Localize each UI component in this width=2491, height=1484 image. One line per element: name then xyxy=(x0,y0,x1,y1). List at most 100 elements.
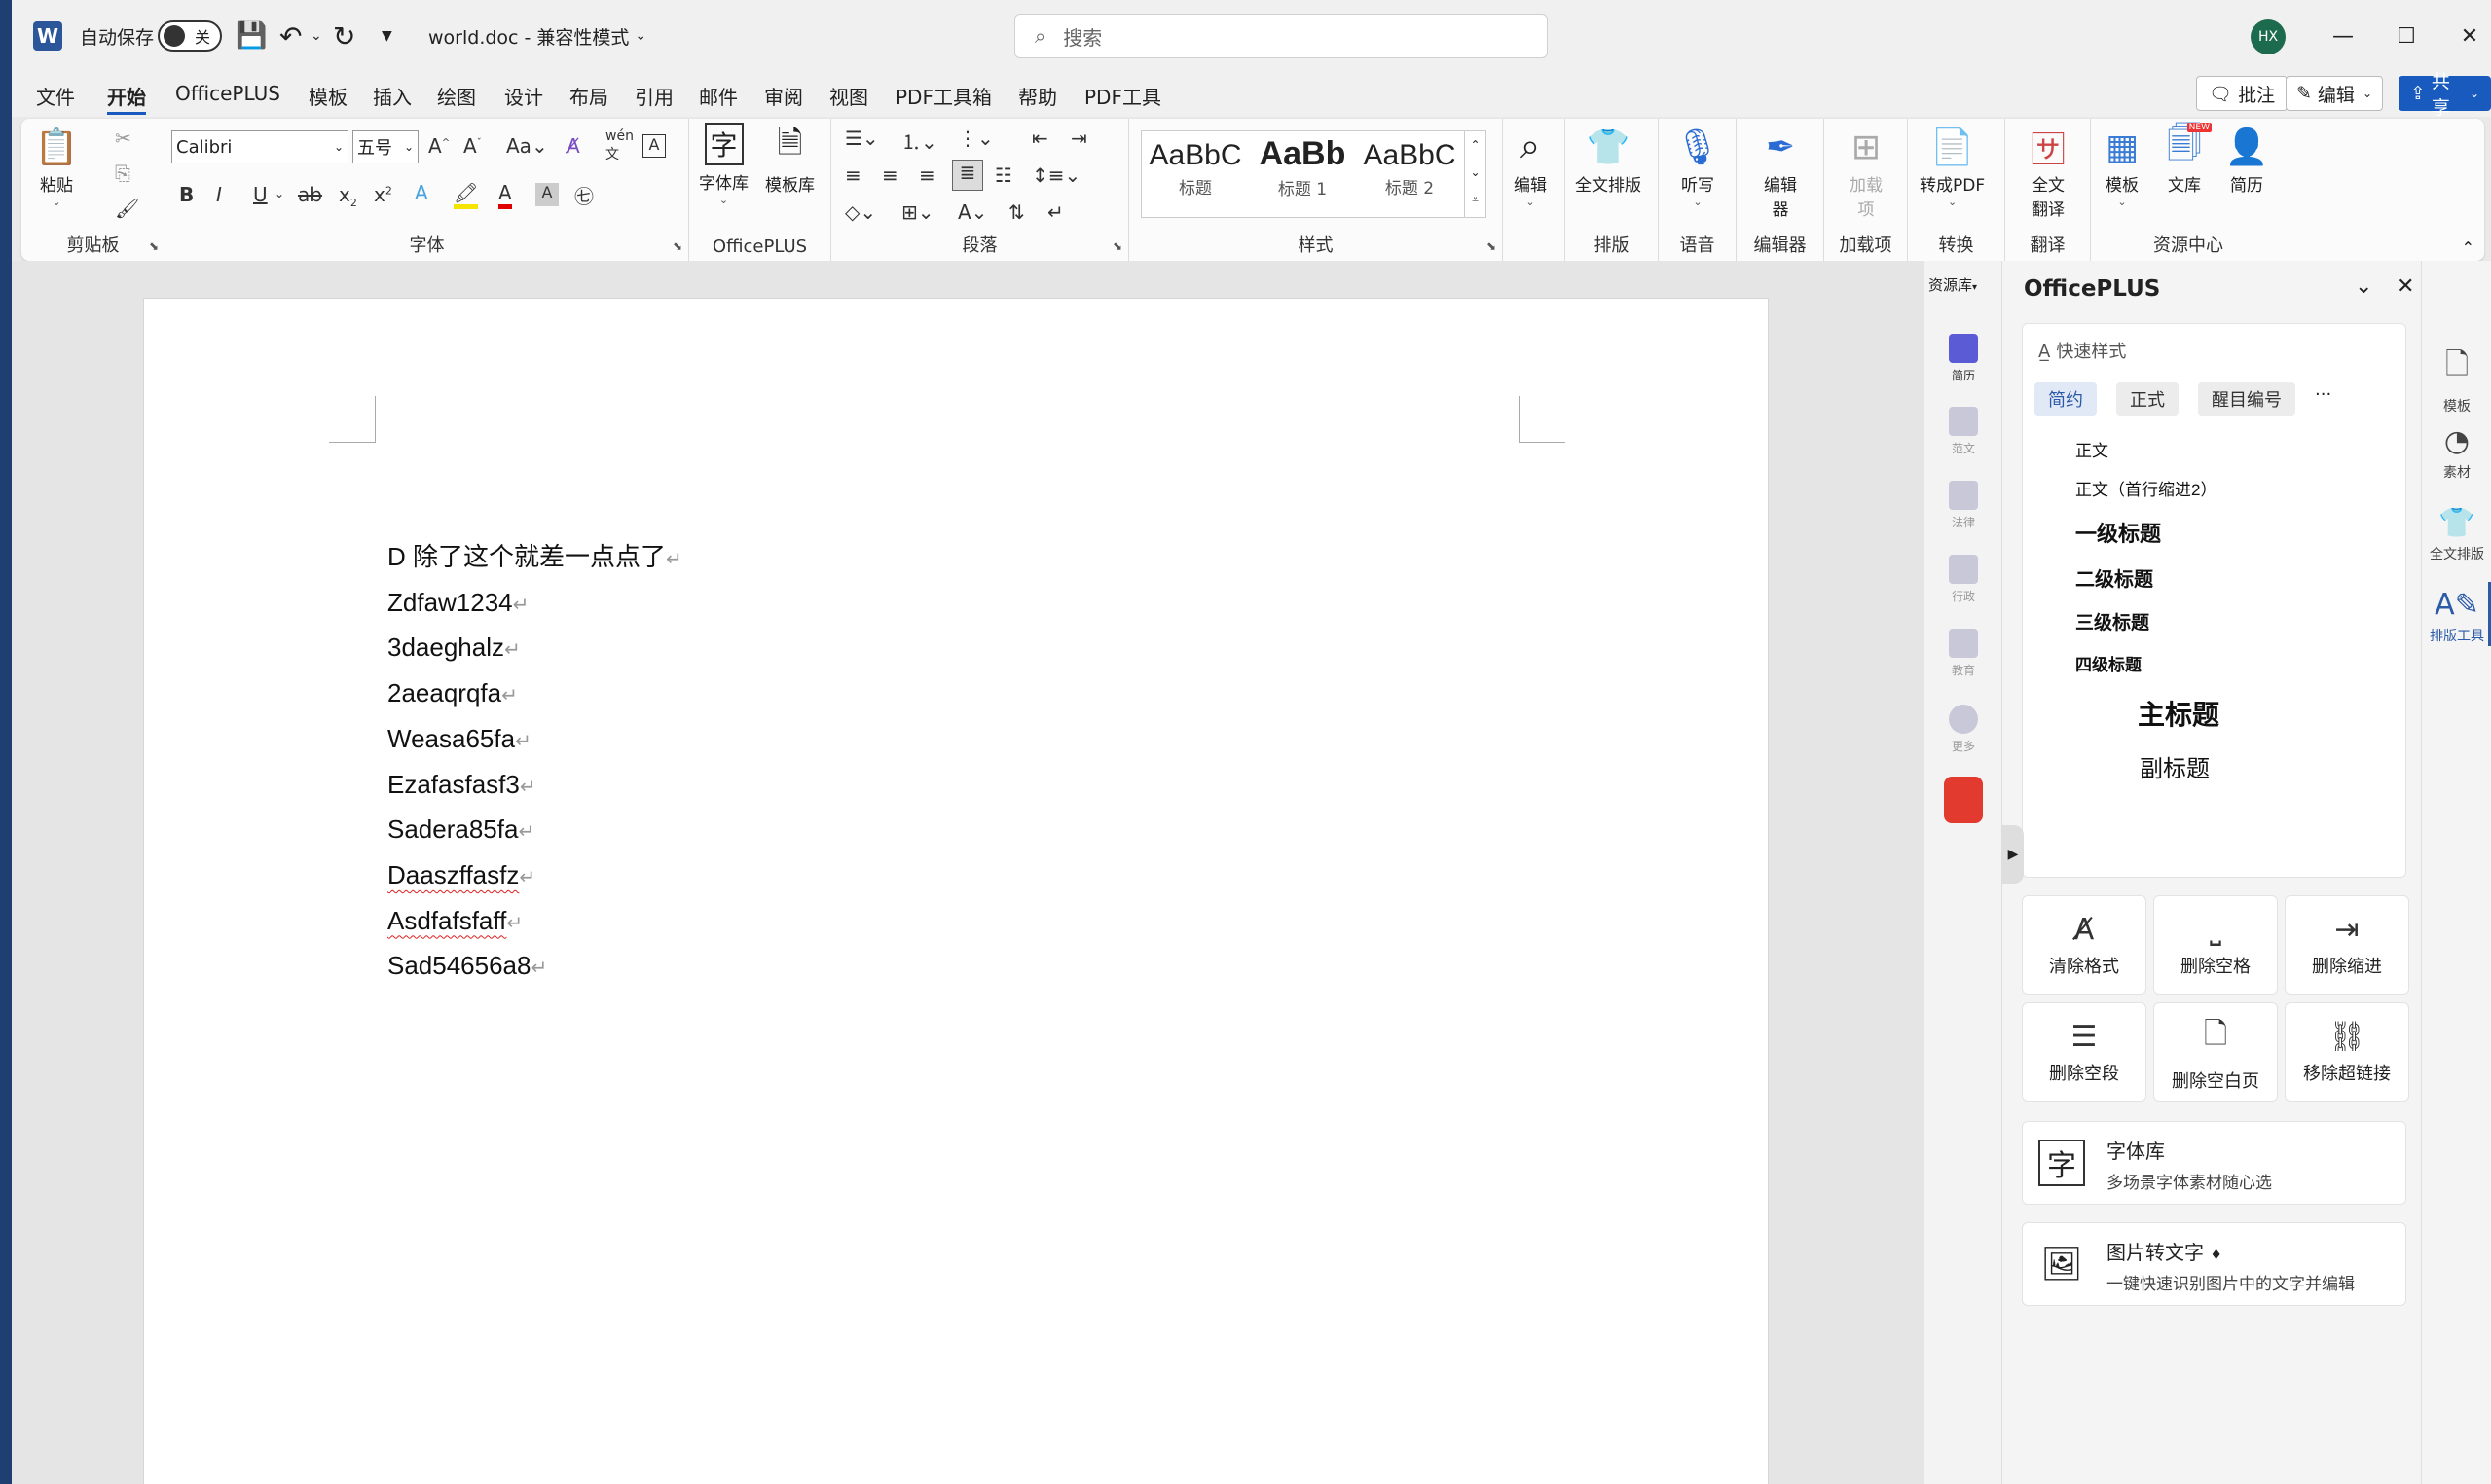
dialog-launcher-icon[interactable]: ⬊ xyxy=(1486,239,1496,253)
borders-icon[interactable]: ⊞⌄ xyxy=(901,200,934,224)
quick-style-tab-formal[interactable]: 正式 xyxy=(2116,382,2179,416)
distributed-icon[interactable]: ☷ xyxy=(995,163,1012,187)
resume-button[interactable]: 👤 简历 xyxy=(2225,123,2269,196)
template-library-button[interactable]: 🗎 模板库 xyxy=(765,123,815,196)
clear-format-button[interactable]: A̸ 清除格式 xyxy=(2022,895,2146,995)
editing-mode-button[interactable]: ✎ 编辑 ⌄ xyxy=(2286,76,2383,111)
tab-officeplus[interactable]: OfficePLUS xyxy=(175,82,280,105)
more-tabs-button[interactable]: ··· xyxy=(2315,384,2331,405)
align-left-icon[interactable]: ≡ xyxy=(845,163,861,187)
tab-draw[interactable]: 绘图 xyxy=(437,82,476,110)
paragraph-line[interactable]: Daaszffasfz↵ xyxy=(387,854,682,900)
expand-strip-icon[interactable]: ▶ xyxy=(2002,825,2024,884)
tab-design[interactable]: 设计 xyxy=(504,82,543,110)
text-effects-icon[interactable]: A xyxy=(415,181,428,204)
tab-layout[interactable]: 布局 xyxy=(569,82,608,110)
autosave-toggle[interactable]: 关 xyxy=(158,20,222,52)
paragraph-line[interactable]: D 除了这个就差一点点了↵ xyxy=(387,536,682,582)
resource-item-more[interactable]: 更多 xyxy=(1924,705,2002,754)
comments-button[interactable]: 🗨 批注 xyxy=(2196,76,2289,111)
align-center-icon[interactable]: ≡ xyxy=(882,163,898,187)
tab-template[interactable]: 模板 xyxy=(309,82,348,110)
align-right-icon[interactable]: ≡ xyxy=(919,163,935,187)
paste-button[interactable]: 📋 粘贴 ⌄ xyxy=(35,123,79,208)
resource-item-admin[interactable]: 行政 xyxy=(1924,555,2002,604)
undo-dropdown-icon[interactable]: ⌄ xyxy=(311,0,322,72)
customize-quick-access-icon[interactable]: ▼ xyxy=(382,0,392,72)
font-library-card[interactable]: 字 字体库 多场景字体素材随心选 xyxy=(2022,1121,2406,1205)
chevron-down-icon[interactable]: ⌄ xyxy=(275,187,284,200)
editing-button[interactable]: ⌕ 编辑 ⌄ xyxy=(1509,123,1552,208)
paragraph-line[interactable]: Ezafasfasf3↵ xyxy=(387,764,682,810)
style-title[interactable]: AaBbC 标题 xyxy=(1142,131,1249,217)
avatar[interactable]: HX xyxy=(2251,19,2286,54)
phonetic-guide-icon[interactable]: wén 文 xyxy=(605,128,634,163)
document-page[interactable]: D 除了这个就差一点点了↵ Zdfaw1234↵ 3daeghalz↵ 2aeaqrq… xyxy=(143,298,1769,1484)
rail-item-template[interactable]: 🗋 模板 xyxy=(2422,343,2491,416)
tab-mailings[interactable]: 邮件 xyxy=(699,82,738,110)
document-body[interactable]: D 除了这个就差一点点了↵ Zdfaw1234↵ 3daeghalz↵ 2aeaqrq… xyxy=(387,536,682,991)
resource-item-education[interactable]: 教育 xyxy=(1924,629,2002,678)
paragraph-line[interactable]: Weasa65fa↵ xyxy=(387,718,682,764)
editor-button[interactable]: ✒ 编辑器 xyxy=(1756,123,1805,221)
font-library-button[interactable]: 字 字体库 ⌄ xyxy=(699,123,749,206)
rail-item-material[interactable]: ◔ 素材 xyxy=(2422,424,2491,482)
resource-item-samples[interactable]: 范文 xyxy=(1924,407,2002,456)
save-icon[interactable]: 💾 xyxy=(236,0,267,72)
paragraph-line[interactable]: Asdfafsfaff↵ xyxy=(387,900,682,946)
cut-icon[interactable]: ✂ xyxy=(115,127,131,150)
resource-item-law[interactable]: 法律 xyxy=(1924,481,2002,530)
dialog-launcher-icon[interactable]: ⬊ xyxy=(673,239,682,253)
full-translate-button[interactable]: 🈂 全文翻译 xyxy=(2027,123,2070,220)
library-button[interactable]: 🗐 NEW 文库 xyxy=(2163,123,2212,196)
tab-references[interactable]: 引用 xyxy=(635,82,674,110)
justify-icon[interactable]: ≣ xyxy=(952,160,983,191)
style-body-indent[interactable]: 正文（首行缩进2） xyxy=(2075,476,2216,500)
styles-scroll[interactable]: ⌃ ⌄ ⩡ xyxy=(1464,131,1485,217)
subscript-icon[interactable]: x2 xyxy=(339,183,357,209)
template-button[interactable]: ▦ 模板 ⌄ xyxy=(2101,123,2143,209)
tab-help[interactable]: 帮助 xyxy=(1018,82,1057,110)
redo-icon[interactable]: ↻ xyxy=(333,0,355,72)
paragraph-line[interactable]: Sadera85fa↵ xyxy=(387,809,682,854)
remove-spaces-button[interactable]: ⎵ 删除空格 xyxy=(2153,895,2278,995)
italic-icon[interactable]: I xyxy=(216,183,222,206)
close-icon[interactable]: ✕ xyxy=(2431,0,2491,72)
shading-icon[interactable]: ◇⌄ xyxy=(845,200,876,224)
style-heading-2[interactable]: AaBbC 标题 2 xyxy=(1356,131,1463,217)
style-heading-2[interactable]: 二级标题 xyxy=(2075,563,2153,592)
document-title[interactable]: world.doc - 兼容性模式 ⌄ xyxy=(428,0,646,72)
font-size-combo[interactable]: 五号 ⌄ xyxy=(352,130,419,163)
collapse-ribbon-icon[interactable]: ⌃ xyxy=(2462,238,2474,257)
style-main-title[interactable]: 主标题 xyxy=(2138,694,2219,733)
strikethrough-icon[interactable]: ab xyxy=(298,183,322,206)
remove-empty-paragraphs-button[interactable]: ☰ 删除空段 xyxy=(2022,1002,2146,1102)
rail-item-full-layout[interactable]: 👕 全文排版 xyxy=(2422,506,2491,563)
numbering-icon[interactable]: ⒈⌄ xyxy=(901,127,937,155)
red-envelope-icon[interactable] xyxy=(1944,777,1983,823)
panel-options-icon[interactable]: ⌄ xyxy=(2355,274,2372,299)
format-painter-icon[interactable]: 🖌 xyxy=(115,197,139,220)
bold-icon[interactable]: B xyxy=(179,183,194,206)
dialog-launcher-icon[interactable]: ⬊ xyxy=(1113,239,1122,253)
font-name-combo[interactable]: Calibri ⌄ xyxy=(171,130,348,163)
style-body[interactable]: 正文 xyxy=(2075,437,2108,461)
style-heading-4[interactable]: 四级标题 xyxy=(2075,651,2142,675)
decrease-indent-icon[interactable]: ⇤ xyxy=(1032,127,1048,150)
undo-icon[interactable]: ↶ xyxy=(279,0,302,72)
full-layout-button[interactable]: 👕 全文排版 xyxy=(1575,123,1641,196)
paragraph-line[interactable]: Sad54656a8↵ xyxy=(387,945,682,991)
bullets-icon[interactable]: ☰⌄ xyxy=(845,127,879,150)
character-shading-icon[interactable]: A xyxy=(535,183,559,206)
image-to-text-card[interactable]: 🖼 图片转文字 ♦ 一键快速识别图片中的文字并编辑 xyxy=(2022,1222,2406,1306)
sort-icon[interactable]: ⇅ xyxy=(1008,200,1025,224)
resource-library-dropdown[interactable]: 资源库▾ xyxy=(1928,274,1977,295)
tab-pdf-tools[interactable]: PDF工具 xyxy=(1084,82,1161,110)
paragraph-line[interactable]: 2aeaqrqfa↵ xyxy=(387,672,682,718)
search-input[interactable]: ⌕ 搜索 xyxy=(1014,14,1548,58)
character-border-icon[interactable]: A xyxy=(642,134,666,158)
resource-item-resume[interactable]: 简历 xyxy=(1924,334,2002,383)
line-spacing-icon[interactable]: ↕≡⌄ xyxy=(1032,163,1081,187)
style-heading-1[interactable]: AaBb 标题 1 xyxy=(1249,131,1356,217)
quick-style-tab-simple[interactable]: 简约 xyxy=(2034,382,2097,416)
